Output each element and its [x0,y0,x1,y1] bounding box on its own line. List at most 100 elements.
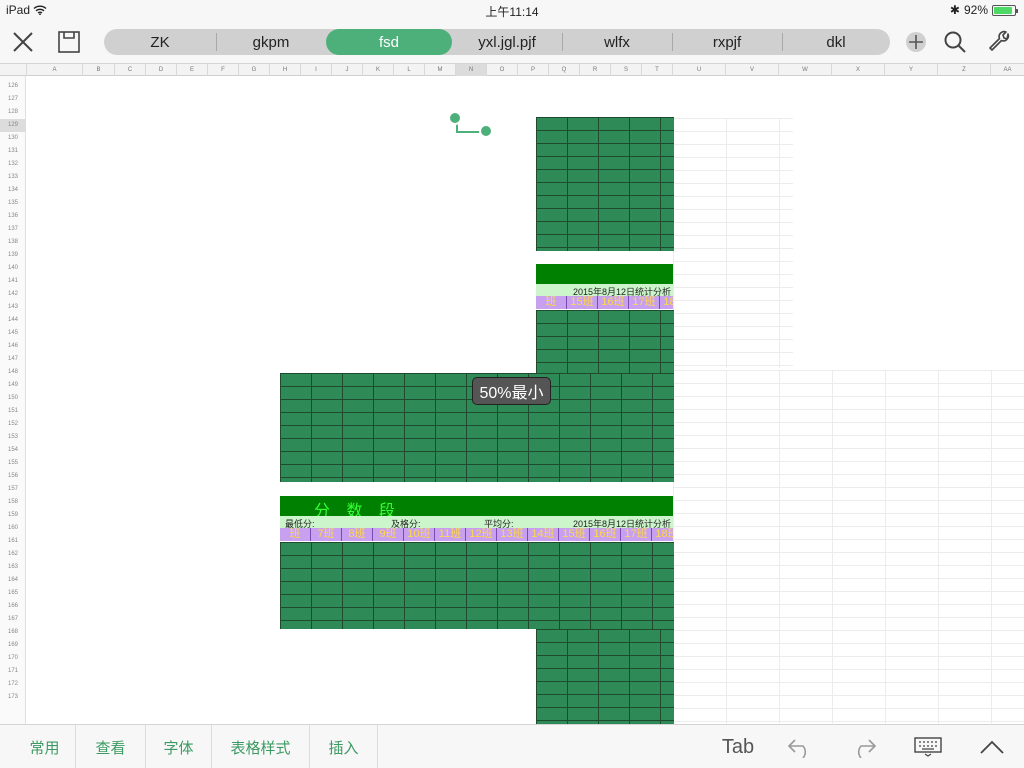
selection-handle-start[interactable] [448,111,462,125]
column-header-u[interactable]: U [672,64,725,76]
class-label: 17班 [621,528,652,541]
column-header-s[interactable]: S [610,64,641,76]
row-header-155[interactable]: 155 [0,457,26,470]
row-header-146[interactable]: 146 [0,340,26,353]
row-header-127[interactable]: 127 [0,93,26,106]
row-header-154[interactable]: 154 [0,444,26,457]
row-header-172[interactable]: 172 [0,678,26,691]
column-header-a[interactable]: A [26,64,82,76]
row-header-157[interactable]: 157 [0,483,26,496]
row-header-147[interactable]: 147 [0,353,26,366]
row-header-158[interactable]: 158 [0,496,26,509]
column-header-y[interactable]: Y [884,64,937,76]
row-header-126[interactable]: 126 [0,80,26,93]
column-header-n[interactable]: N [455,64,486,76]
row-header-166[interactable]: 166 [0,600,26,613]
tools-button[interactable] [985,27,1015,57]
row-header-145[interactable]: 145 [0,327,26,340]
keyboard-button[interactable] [902,725,954,768]
tab-font[interactable]: 字体 [146,725,212,768]
column-header-z[interactable]: Z [937,64,990,76]
save-button[interactable] [54,27,84,57]
row-header-137[interactable]: 137 [0,223,26,236]
row-header-156[interactable]: 156 [0,470,26,483]
row-header-135[interactable]: 135 [0,197,26,210]
column-header-g[interactable]: G [238,64,269,76]
sheet-tab-rxpjf[interactable]: rxpjf [672,29,782,55]
column-header-h[interactable]: H [269,64,300,76]
tab-key-button[interactable]: Tab [710,725,766,768]
column-header-l[interactable]: L [393,64,424,76]
column-header-b[interactable]: B [82,64,114,76]
tab-table-style[interactable]: 表格样式 [212,725,310,768]
column-header-i[interactable]: I [300,64,331,76]
row-header-169[interactable]: 169 [0,639,26,652]
column-header-j[interactable]: J [331,64,362,76]
row-header-128[interactable]: 128 [0,106,26,119]
row-header-165[interactable]: 165 [0,587,26,600]
column-header-q[interactable]: Q [548,64,579,76]
column-header-t[interactable]: T [641,64,672,76]
row-header-171[interactable]: 171 [0,665,26,678]
row-header-139[interactable]: 139 [0,249,26,262]
sheet-tab-dkl[interactable]: dkl [782,29,890,55]
row-header-164[interactable]: 164 [0,574,26,587]
column-header-d[interactable]: D [145,64,176,76]
column-header-aa[interactable]: AA [990,64,1024,76]
row-header-136[interactable]: 136 [0,210,26,223]
row-header-134[interactable]: 134 [0,184,26,197]
row-header-159[interactable]: 159 [0,509,26,522]
row-header-173[interactable]: 173 [0,691,26,704]
row-header-150[interactable]: 150 [0,392,26,405]
sheet-tab-gkpm[interactable]: gkpm [216,29,326,55]
column-header-c[interactable]: C [114,64,145,76]
sheet-tab-wlfx[interactable]: wlfx [562,29,672,55]
column-header-x[interactable]: X [831,64,884,76]
row-header-149[interactable]: 149 [0,379,26,392]
redo-button[interactable] [838,725,888,768]
row-header-148[interactable]: 148 [0,366,26,379]
tab-common[interactable]: 常用 [14,725,76,768]
row-header-162[interactable]: 162 [0,548,26,561]
row-header-151[interactable]: 151 [0,405,26,418]
row-header-138[interactable]: 138 [0,236,26,249]
column-header-v[interactable]: V [725,64,778,76]
sheet-tab-zk[interactable]: ZK [104,29,216,55]
column-header-f[interactable]: F [207,64,238,76]
row-header-142[interactable]: 142 [0,288,26,301]
collapse-button[interactable] [966,725,1018,768]
undo-button[interactable] [776,725,826,768]
row-header-143[interactable]: 143 [0,301,26,314]
column-header-w[interactable]: W [778,64,831,76]
column-header-e[interactable]: E [176,64,207,76]
row-header-129[interactable]: 129 [0,119,26,132]
column-header-m[interactable]: M [424,64,455,76]
close-button[interactable] [8,27,38,57]
tab-view[interactable]: 查看 [76,725,146,768]
row-header-152[interactable]: 152 [0,418,26,431]
row-header-140[interactable]: 140 [0,262,26,275]
row-header-133[interactable]: 133 [0,171,26,184]
row-header-167[interactable]: 167 [0,613,26,626]
tab-insert[interactable]: 插入 [310,725,378,768]
row-header-141[interactable]: 141 [0,275,26,288]
column-header-o[interactable]: O [486,64,517,76]
row-header-168[interactable]: 168 [0,626,26,639]
sheet-tab-fsd[interactable]: fsd [326,29,452,55]
column-header-k[interactable]: K [362,64,393,76]
row-header-170[interactable]: 170 [0,652,26,665]
selection-handle-end[interactable] [479,124,493,138]
sheet-tab-yxl-jgl-pjf[interactable]: yxl.jgl.pjf [452,29,562,55]
column-header-r[interactable]: R [579,64,610,76]
add-sheet-button[interactable] [901,27,931,57]
row-header-163[interactable]: 163 [0,561,26,574]
row-header-130[interactable]: 130 [0,132,26,145]
search-button[interactable] [940,27,970,57]
row-header-131[interactable]: 131 [0,145,26,158]
row-header-153[interactable]: 153 [0,431,26,444]
row-header-160[interactable]: 160 [0,522,26,535]
row-header-161[interactable]: 161 [0,535,26,548]
column-header-p[interactable]: P [517,64,548,76]
row-header-144[interactable]: 144 [0,314,26,327]
row-header-132[interactable]: 132 [0,158,26,171]
